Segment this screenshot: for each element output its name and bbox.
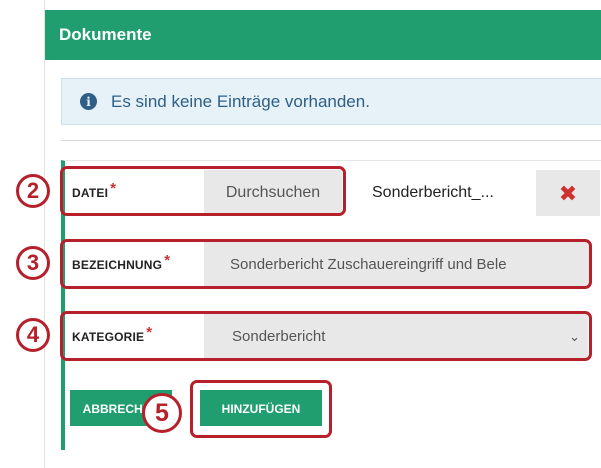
info-circle-icon: i	[80, 93, 97, 110]
divider	[61, 140, 601, 141]
annotation-marker-4: 4	[16, 318, 50, 352]
info-alert: i Es sind keine Einträge vorhanden.	[61, 78, 601, 125]
browse-button[interactable]: Durchsuchen	[204, 170, 342, 216]
bezeichnung-row: BEZEICHNUNG * Sonderbericht Zuschauereing…	[62, 242, 600, 288]
datei-row: DATEI * Durchsuchen Sonderbericht_... ✖	[62, 170, 600, 216]
annotation-marker-3: 3	[16, 246, 50, 280]
required-asterisk: *	[110, 180, 117, 197]
bezeichnung-label: BEZEICHNUNG *	[72, 252, 171, 272]
annotation-marker-2: 2	[16, 174, 50, 208]
kategorie-selected-value: Sonderbericht	[232, 328, 326, 345]
kategorie-select[interactable]: Sonderbericht ⌄	[204, 314, 588, 360]
add-button[interactable]: HINZUFÜGEN	[200, 390, 322, 426]
bezeichnung-input[interactable]: Sonderbericht Zuschauereingriff und Bele	[204, 242, 590, 288]
file-name-display: Sonderbericht_...	[344, 170, 534, 216]
required-asterisk: *	[146, 324, 153, 341]
kategorie-label: KATEGORIE *	[72, 324, 153, 344]
chevron-down-icon: ⌄	[569, 329, 580, 344]
required-asterisk: *	[164, 252, 171, 269]
kategorie-row: KATEGORIE * Sonderbericht ⌄	[62, 314, 600, 360]
panel-title: Dokumente	[45, 10, 601, 60]
info-text: Es sind keine Einträge vorhanden.	[111, 91, 370, 111]
annotation-marker-5: 5	[142, 393, 182, 433]
remove-file-button[interactable]: ✖	[536, 170, 600, 216]
datei-label: DATEI *	[72, 180, 117, 200]
close-x-icon: ✖	[558, 181, 578, 206]
